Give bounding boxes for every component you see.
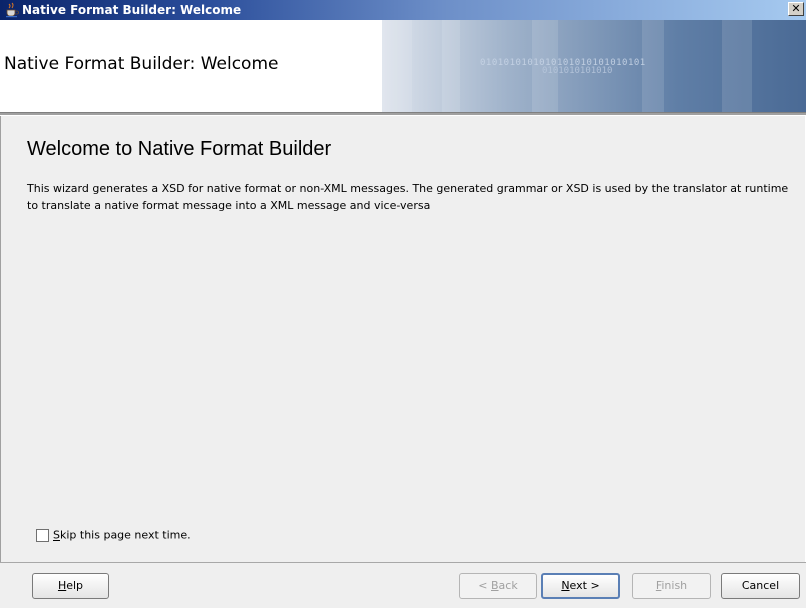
back-button[interactable]: < Back (459, 573, 537, 599)
wizard-header: Native Format Builder: Welcome 010101010… (0, 20, 806, 112)
help-button[interactable]: Help (32, 573, 109, 599)
cancel-button[interactable]: Cancel (721, 573, 800, 599)
next-button[interactable]: Next > (541, 573, 620, 599)
skip-page-label[interactable]: Skip this page next time. (53, 529, 191, 542)
banner-binary-text-2: 0101010101010 (542, 66, 613, 76)
header-banner: 0101010101010101010101010101 01010101010… (382, 20, 806, 112)
wizard-window: Native Format Builder: Welcome ✕ Native … (0, 0, 806, 608)
title-bar[interactable]: Native Format Builder: Welcome ✕ (0, 0, 806, 20)
header-separator (0, 112, 806, 115)
header-title: Native Format Builder: Welcome (4, 54, 279, 74)
skip-page-option[interactable]: Skip this page next time. (36, 528, 191, 546)
wizard-description: This wizard generates a XSD for native f… (27, 182, 789, 212)
finish-button[interactable]: Finish (632, 573, 711, 599)
skip-page-checkbox[interactable] (36, 528, 49, 542)
button-bar: Help < Back Next > Finish Cancel (0, 562, 806, 608)
welcome-heading: Welcome to Native Format Builder (27, 138, 332, 160)
window-title: Native Format Builder: Welcome (22, 3, 242, 17)
coffee-cup-icon (6, 2, 19, 18)
wizard-content: Welcome to Native Format Builder This wi… (0, 116, 806, 562)
close-button[interactable]: ✕ (788, 2, 804, 16)
close-icon: ✕ (791, 2, 801, 15)
